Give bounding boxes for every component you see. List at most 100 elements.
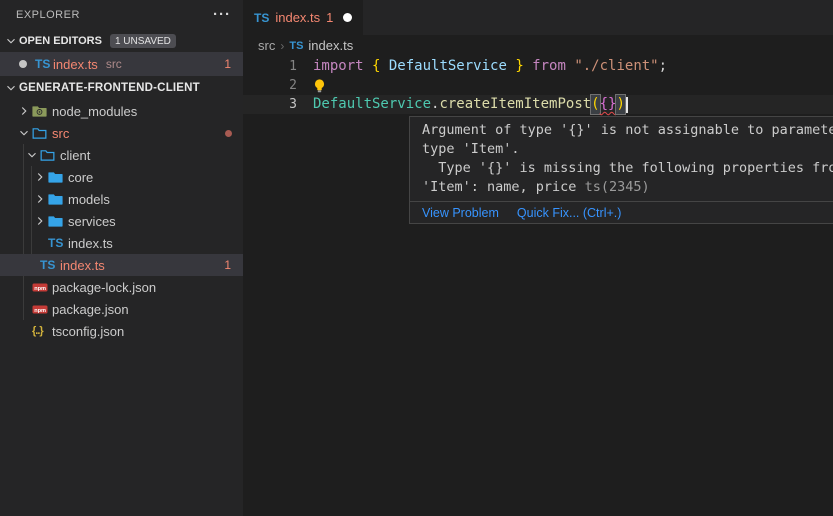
text-cursor	[626, 97, 628, 113]
quick-fix-link[interactable]: Quick Fix... (Ctrl+.)	[517, 206, 622, 220]
section-open-editors[interactable]: OPEN EDITORS 1 UNSAVED	[0, 30, 243, 52]
unsaved-badge: 1 UNSAVED	[110, 34, 176, 48]
code-token: }	[507, 57, 524, 76]
folder-icon	[48, 170, 63, 184]
tab-error-count: 1	[326, 10, 333, 25]
error-dot-badge	[225, 130, 232, 137]
json-braces-icon: {..}	[32, 325, 43, 337]
code-token: "./client"	[574, 57, 658, 76]
folder-icon	[48, 192, 63, 206]
code-token: .	[431, 95, 439, 114]
code-token: )	[615, 94, 625, 115]
breadcrumb-item-folder[interactable]: src	[258, 38, 275, 53]
chevron-down-icon	[25, 148, 39, 162]
ts-icon: TS	[35, 57, 53, 71]
tree-item-label: models	[68, 192, 110, 207]
ts-icon: TS	[254, 11, 269, 25]
workspace-label: GENERATE-FRONTEND-CLIENT	[19, 82, 200, 94]
code-token: {}	[600, 95, 617, 114]
more-actions-icon[interactable]: ···	[213, 10, 231, 20]
chevron-right-icon	[17, 104, 31, 118]
lightbulb-icon[interactable]	[313, 78, 326, 94]
tree-item-models[interactable]: models	[0, 188, 243, 210]
error-code: ts(2345)	[585, 179, 650, 195]
chevron-down-icon	[3, 81, 19, 95]
explorer-header: EXPLORER ···	[0, 0, 243, 30]
tooltip-line: Type '{}' is missing the following prope…	[422, 159, 833, 178]
tree-item-index-ts[interactable]: TSindex.ts	[0, 232, 243, 254]
node-modules-folder-icon	[32, 104, 47, 118]
tree-item-src[interactable]: src	[0, 122, 243, 144]
npm-icon: npm	[32, 280, 48, 294]
svg-text:npm: npm	[34, 286, 46, 292]
code-line-3[interactable]: 3DefaultService.createItemItemPost({})	[243, 95, 833, 114]
file-label: index.ts	[53, 57, 98, 72]
breadcrumb: src › TS index.ts	[243, 35, 833, 56]
npm-icon: npm	[32, 302, 48, 316]
chevron-down-icon	[4, 81, 18, 95]
tooltip-line: 'Item': name, price ts(2345)	[422, 178, 833, 197]
folder-open-icon	[32, 126, 47, 140]
view-problem-link[interactable]: View Problem	[422, 206, 499, 220]
error-count-badge: 1	[224, 258, 231, 272]
section-workspace[interactable]: GENERATE-FRONTEND-CLIENT	[0, 76, 243, 100]
chevron-down-icon	[3, 34, 19, 48]
open-editor-item-index-ts[interactable]: TS index.ts src 1	[0, 52, 243, 76]
code-token: from	[524, 57, 575, 76]
svg-text:npm: npm	[34, 308, 46, 314]
code-token: DefaultService	[313, 95, 431, 114]
tree-item-client[interactable]: client	[0, 144, 243, 166]
code-line-1[interactable]: 1import { DefaultService } from "./clien…	[243, 57, 833, 76]
explorer-title: EXPLORER	[16, 9, 80, 21]
tree-item-core[interactable]: core	[0, 166, 243, 188]
code-area[interactable]: 1 import { DefaultService } from "./clien…	[243, 56, 833, 114]
ts-icon: TS	[289, 40, 303, 52]
tree-item-label: tsconfig.json	[52, 324, 124, 339]
code-line-2[interactable]: 2	[243, 76, 833, 95]
tooltip-actions: View Problem Quick Fix... (Ctrl+.)	[410, 201, 833, 223]
tooltip-line: type 'Item'.	[422, 140, 833, 159]
editor-group: TS index.ts 1 src › TS index.ts 1 import …	[243, 0, 833, 516]
tooltip-message: Argument of type '{}' is not assignable …	[410, 117, 833, 201]
code-token: ;	[659, 57, 667, 76]
tree-item-label: package-lock.json	[52, 280, 156, 295]
tree-item-node-modules[interactable]: node_modules	[0, 100, 243, 122]
chevron-right-icon	[33, 192, 47, 206]
tree-item-index-ts[interactable]: TSindex.ts1	[0, 254, 243, 276]
modified-dot-icon	[19, 60, 27, 68]
open-editors-label: OPEN EDITORS	[19, 35, 102, 47]
chevron-right-icon	[33, 214, 47, 228]
tree-item-label: index.ts	[68, 236, 113, 251]
error-tooltip: Argument of type '{}' is not assignable …	[409, 116, 833, 224]
tab-modified-dot-icon	[343, 13, 352, 22]
folder-open-icon	[40, 148, 55, 162]
tab-label: index.ts	[275, 10, 320, 25]
tree-item-label: core	[68, 170, 93, 185]
tab-index-ts[interactable]: TS index.ts 1	[243, 0, 363, 35]
breadcrumb-item-file[interactable]: index.ts	[308, 38, 353, 53]
tree-item-label: services	[68, 214, 116, 229]
explorer-panel: EXPLORER ··· OPEN EDITORS 1 UNSAVED TS i…	[0, 0, 243, 516]
chevron-right-icon	[33, 170, 47, 184]
tooltip-line: Argument of type '{}' is not assignable …	[422, 121, 833, 140]
ts-icon: TS	[48, 236, 66, 250]
code-token: createItemItemPost	[439, 95, 591, 114]
code-token: {	[372, 57, 389, 76]
breadcrumb-separator-icon: ›	[280, 39, 284, 53]
file-description: src	[106, 57, 122, 71]
tree-item-services[interactable]: services	[0, 210, 243, 232]
tree-item-label: src	[52, 126, 69, 141]
line-number: 3	[243, 95, 297, 114]
code-token: import	[313, 57, 372, 76]
tree-item-package-lock-json[interactable]: npm package-lock.json	[0, 276, 243, 298]
tree-item-label: client	[60, 148, 90, 163]
tree-item-label: package.json	[52, 302, 129, 317]
tree-item-label: index.ts	[60, 258, 105, 273]
tree-item-tsconfig-json[interactable]: {..} tsconfig.json	[0, 320, 243, 342]
line-number: 2	[243, 76, 297, 95]
line-number: 1	[243, 57, 297, 76]
tree-item-label: node_modules	[52, 104, 137, 119]
folder-icon	[48, 214, 63, 228]
tree-item-package-json[interactable]: npm package.json	[0, 298, 243, 320]
file-tree: node_modulessrcclientcoremodelsservicesT…	[0, 100, 243, 342]
